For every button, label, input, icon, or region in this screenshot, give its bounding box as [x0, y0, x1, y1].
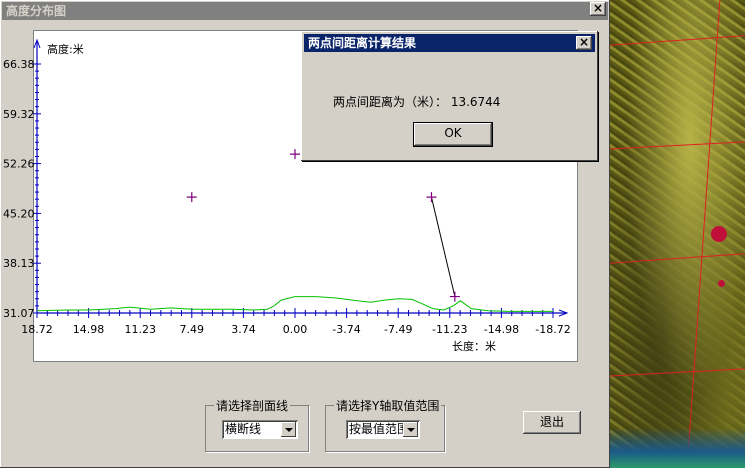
dialog-close-button[interactable]: ×	[576, 36, 592, 50]
yrange-select-value: 按最值范围	[349, 422, 410, 436]
map-feature	[718, 280, 725, 287]
distance-message: 两点间距离为（米）： 13.6744	[333, 95, 501, 109]
yrange-group: 请选择Y轴取值范围 按最值范围	[325, 397, 445, 452]
x-tick-label: 0.00	[283, 323, 308, 336]
background-map-image	[608, 0, 745, 468]
x-tick-label: 11.23	[124, 323, 156, 336]
profile-group-label: 请选择剖面线	[214, 397, 291, 414]
map-strip	[608, 428, 745, 468]
map-gridline	[608, 253, 745, 264]
distance-result-dialog: 两点间距离计算结果 × 两点间距离为（米）： 13.6744 OK	[301, 31, 598, 161]
map-gridline	[608, 35, 745, 46]
measure-line	[430, 197, 456, 297]
x-tick-label: -18.72	[535, 323, 570, 336]
map-gridline	[608, 368, 745, 377]
chevron-down-icon[interactable]	[281, 422, 296, 437]
map-feature	[711, 226, 727, 242]
y-tick-label: 52.26	[3, 158, 35, 171]
ok-button[interactable]: OK	[413, 122, 493, 147]
x-tick-label: 18.72	[21, 323, 53, 336]
y-tick-label: 45.20	[3, 207, 35, 220]
x-tick-label: -11.23	[432, 323, 467, 336]
x-tick-label: -14.98	[484, 323, 519, 336]
chevron-down-icon[interactable]	[403, 422, 418, 437]
profile-group: 请选择剖面线 横断线	[205, 397, 309, 452]
point-marker	[290, 149, 300, 160]
profile-select[interactable]: 横断线	[222, 420, 298, 439]
yrange-select[interactable]: 按最值范围	[346, 420, 420, 439]
x-axis-label: 长度：米	[452, 339, 496, 353]
x-tick-label: 14.98	[73, 323, 105, 336]
dialog-title: 两点间距离计算结果	[304, 34, 595, 52]
x-tick-label: 7.49	[180, 323, 205, 336]
x-tick-label: -7.49	[384, 323, 412, 336]
point-marker	[449, 291, 460, 302]
yrange-group-label: 请选择Y轴取值范围	[334, 397, 442, 414]
profile-select-value: 横断线	[225, 422, 262, 436]
point-marker	[426, 192, 437, 203]
y-tick-label: 66.38	[3, 58, 35, 71]
y-axis-label: 高度:米	[47, 42, 84, 56]
x-tick-label: -3.74	[332, 323, 360, 336]
map-gridline	[608, 141, 745, 150]
point-marker	[186, 192, 197, 203]
y-tick-label: 59.32	[3, 108, 35, 121]
y-tick-label: 38.13	[3, 257, 35, 270]
exit-button[interactable]: 退出	[523, 411, 581, 434]
x-tick-label: 3.74	[231, 323, 256, 336]
y-tick-label: 31.07	[3, 307, 35, 320]
